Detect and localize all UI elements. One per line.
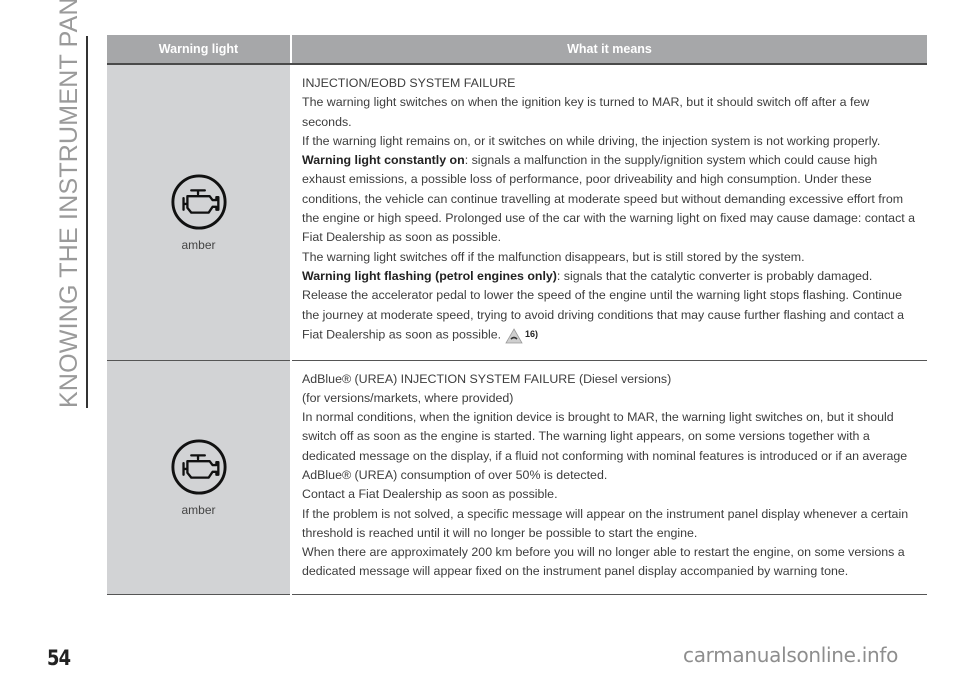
description-line: (for versions/markets, where provided) — [302, 390, 514, 405]
warning-reference[interactable]: 16) — [505, 325, 538, 344]
engine-check-icon — [170, 438, 228, 496]
description-line: INJECTION/EOBD SYSTEM FAILURE — [302, 76, 516, 90]
watermark: carmanualsonline.info — [683, 643, 899, 667]
section-title: KNOWING THE INSTRUMENT PANEL — [54, 0, 84, 408]
description-line: The warning light switches off if the ma… — [302, 249, 805, 264]
description-line: AdBlue® (UREA) INJECTION SYSTEM FAILURE … — [302, 371, 672, 386]
emphasis-text: Warning light flashing (petrol engines o… — [302, 268, 557, 283]
header-warning-light: Warning light — [107, 35, 292, 65]
table-row: amber AdBlue® (UREA) INJECTION SYSTEM FA… — [107, 360, 927, 595]
description-line: Warning light constantly on: signals a m… — [302, 151, 917, 247]
warning-lights-table: Warning light What it means amber INJECT… — [107, 35, 927, 595]
description-line: If the problem is not solved, a specific… — [302, 506, 909, 540]
description-line: If the warning light remains on, or it s… — [302, 133, 881, 148]
warning-light-cell: amber — [107, 64, 292, 361]
engine-check-icon — [170, 173, 228, 231]
reference-number: 16) — [525, 328, 539, 339]
table-header-row: Warning light What it means — [107, 35, 927, 65]
section-title-text: KNOWING THE INSTRUMENT PANEL — [55, 0, 83, 408]
meaning-cell: INJECTION/EOBD SYSTEM FAILURE The warnin… — [291, 64, 927, 361]
header-what-it-means: What it means — [291, 35, 927, 65]
color-label: amber — [181, 502, 216, 517]
page-number: 54 — [47, 646, 71, 670]
description-line: In normal conditions, when the ignition … — [302, 410, 908, 482]
meaning-cell: AdBlue® (UREA) INJECTION SYSTEM FAILURE … — [291, 360, 927, 595]
table-row: amber INJECTION/EOBD SYSTEM FAILURE The … — [107, 64, 927, 361]
section-divider — [86, 36, 88, 408]
description-line: Warning light flashing (petrol engines o… — [302, 267, 917, 344]
description-line: The warning light switches on when the i… — [302, 95, 870, 129]
warning-light-cell: amber — [107, 360, 292, 595]
description-line: Contact a Fiat Dealership as soon as pos… — [302, 487, 558, 502]
warning-triangle-icon — [505, 328, 523, 344]
color-label: amber — [181, 237, 216, 252]
description-line: When there are approximately 200 km befo… — [302, 545, 905, 579]
emphasis-text: Warning light constantly on — [302, 153, 465, 168]
